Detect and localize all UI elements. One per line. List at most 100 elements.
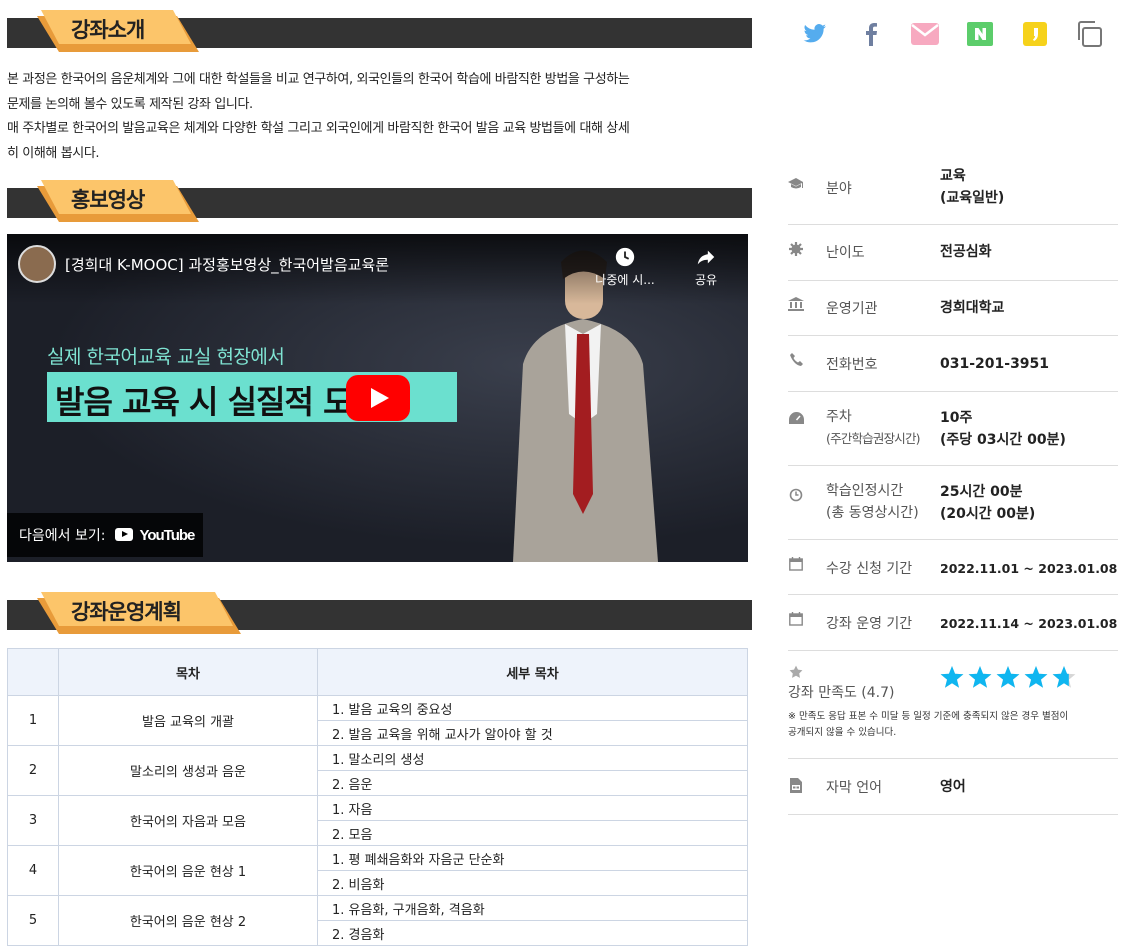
- channel-avatar[interactable]: [18, 245, 56, 283]
- col-header-detail: 세부 목차: [317, 648, 748, 696]
- mail-share-button[interactable]: [910, 18, 940, 50]
- info-label: 강좌 운영 기간: [826, 616, 913, 632]
- week-subtopic: 1. 유음화, 구개음화, 격음화: [317, 895, 748, 921]
- rating-note: ※ 만족도 응답 표본 수 미달 등 일정 기준에 충족되지 않은 경우 별점이…: [788, 709, 1068, 741]
- rating-label: 강좌 만족도 (4.7): [788, 685, 895, 701]
- week-subtopic: 1. 말소리의 생성: [317, 745, 748, 771]
- youtube-icon: [115, 528, 134, 541]
- week-subtopic: 1. 평 폐쇄음화와 자음군 단순화: [317, 845, 748, 871]
- video-headline: 발음 교육 시 실질적 도움: [55, 383, 381, 421]
- info-label: 전화번호: [826, 357, 878, 373]
- facebook-icon: [866, 22, 877, 46]
- info-label: 주차: [826, 409, 852, 425]
- section-header-intro: 강좌소개: [7, 10, 752, 52]
- dashboard-icon: [788, 412, 804, 428]
- section-header-plan: 강좌운영계획: [7, 592, 752, 634]
- week-subtopic: 2. 발음 교육을 위해 교사가 알아야 할 것: [317, 720, 748, 746]
- institution-icon: [788, 297, 804, 313]
- star-filled: [1024, 666, 1048, 688]
- week-title: 한국어의 음운 현상 1: [58, 845, 318, 896]
- info-value: 2022.11.01 ~ 2023.01.08: [940, 561, 1118, 576]
- course-plan-table: 목차 세부 목차 1 발음 교육의 개괄 1. 발음 교육의 중요성 2. 발음…: [7, 648, 748, 946]
- info-value: 경희대학교: [940, 300, 1005, 316]
- week-title: 발음 교육의 개괄: [58, 695, 318, 746]
- star-filled: [940, 666, 964, 688]
- phone-icon: [788, 353, 804, 369]
- watch-on-youtube[interactable]: 다음에서 보기: YouTube: [7, 513, 203, 557]
- info-sublabel: (총 동영상시간): [826, 505, 919, 521]
- promo-video-player[interactable]: [경희대 K-MOOC] 과정홍보영상_한국어발음교육론 나중에 시... 공유…: [7, 234, 748, 562]
- info-value: 전공심화: [940, 244, 992, 260]
- section-title: 강좌운영계획: [71, 600, 182, 624]
- col-header-title: 목차: [58, 648, 318, 696]
- video-subtitle: 실제 한국어교육 교실 현장에서: [47, 346, 285, 368]
- info-row-caption: 자막 언어 영어: [788, 759, 1118, 815]
- table-row: 3 한국어의 자음과 모음 1. 자음: [7, 795, 748, 846]
- info-sublabel: (주간학습권장시간): [826, 431, 921, 446]
- info-value: (주당 03시간 00분): [940, 432, 1066, 448]
- info-row-run-period: 강좌 운영 기간 2022.11.14 ~ 2023.01.08: [788, 595, 1118, 651]
- share-arrow-icon: [697, 250, 715, 265]
- week-number: 5: [7, 895, 59, 946]
- week-subtopic: 2. 비음화: [317, 870, 748, 896]
- facebook-share-button[interactable]: [856, 18, 886, 50]
- week-subtopic: 1. 자음: [317, 795, 748, 821]
- play-button[interactable]: [346, 375, 410, 421]
- copy-icon: [1078, 21, 1102, 47]
- info-value: 교육: [940, 168, 966, 184]
- video-share-button[interactable]: 공유: [683, 246, 729, 288]
- watch-label: 다음에서 보기:: [19, 528, 106, 544]
- star-filled: [968, 666, 992, 688]
- info-label: 수강 신청 기간: [826, 561, 913, 577]
- share-label: 공유: [694, 273, 718, 287]
- star-filled: [996, 666, 1020, 688]
- naver-share-button[interactable]: [965, 18, 995, 50]
- calendar-icon: [788, 557, 804, 573]
- course-main: 강좌소개 본 과정은 한국어의 음운체계와 그에 대한 학설들을 비교 연구하여…: [7, 0, 752, 946]
- copy-link-button[interactable]: [1074, 18, 1104, 50]
- week-title: 한국어의 음운 현상 2: [58, 895, 318, 946]
- watch-later-label: 나중에 시...: [595, 273, 655, 287]
- header-tab: 홍보영상: [37, 178, 207, 224]
- header-tab: 강좌소개: [37, 8, 207, 54]
- twitter-icon: [803, 24, 826, 43]
- kakao-story-share-button[interactable]: [1020, 18, 1050, 50]
- cog-icon: [788, 242, 804, 258]
- rating-note-line: 공개되지 않을 수 있습니다.: [788, 727, 897, 738]
- info-value: 10주: [940, 410, 973, 426]
- info-row-level: 난이도 전공심화: [788, 225, 1118, 281]
- info-value: (교육일반): [940, 190, 1005, 206]
- info-row-enroll-period: 수강 신청 기간 2022.11.01 ~ 2023.01.08: [788, 540, 1118, 595]
- twitter-share-button[interactable]: [800, 18, 830, 50]
- col-header-num: [7, 648, 59, 696]
- table-row: 5 한국어의 음운 현상 2 1. 유음화, 구개음화, 격음화: [7, 895, 748, 946]
- video-title[interactable]: [경희대 K-MOOC] 과정홍보영상_한국어발음교육론: [65, 254, 389, 275]
- watch-later-button[interactable]: 나중에 시...: [589, 246, 661, 288]
- table-row: 4 한국어의 음운 현상 1 1. 평 폐쇄음화와 자음군 단순화: [7, 845, 748, 896]
- share-bar: [800, 18, 1110, 52]
- info-row-rating: 강좌 만족도 (4.7) ※ 만족도 응답 표본 수 미달 등 일정 기준에 충…: [788, 651, 1118, 759]
- calendar-icon: [788, 612, 804, 628]
- week-title: 말소리의 생성과 음운: [58, 745, 318, 796]
- mail-icon: [911, 23, 939, 45]
- naver-icon: [967, 22, 993, 46]
- table-row: 1 발음 교육의 개괄 1. 발음 교육의 중요성: [7, 695, 748, 746]
- graduation-cap-icon: [788, 177, 804, 193]
- youtube-label: YouTube: [139, 527, 195, 544]
- info-value: 25시간 00분: [940, 484, 1023, 500]
- info-label: 자막 언어: [826, 780, 882, 796]
- info-value: 2022.11.14 ~ 2023.01.08: [940, 616, 1118, 631]
- star-rating-icon: [940, 666, 1076, 688]
- kakao-story-icon: [1023, 22, 1047, 46]
- info-row-hours: 학습인정시간 (총 동영상시간) 25시간 00분 (20시간 00분): [788, 466, 1118, 540]
- section-header-video: 홍보영상: [7, 180, 752, 222]
- info-value: (20시간 00분): [940, 506, 1036, 522]
- info-row-field: 분야 교육 (교육일반): [788, 155, 1118, 225]
- intro-line: 히 이해해 봅시다.: [7, 145, 100, 161]
- week-number: 2: [7, 745, 59, 796]
- info-label: 운영기관: [826, 301, 878, 317]
- intro-line: 본 과정은 한국어의 음운체계와 그에 대한 학설들을 비교 연구하여, 외국인…: [7, 72, 630, 87]
- week-number: 1: [7, 695, 59, 746]
- intro-line: 문제를 논의해 볼수 있도록 제작된 강좌 입니다.: [7, 96, 253, 112]
- course-intro-text: 본 과정은 한국어의 음운체계와 그에 대한 학설들을 비교 연구하여, 외국인…: [7, 68, 752, 166]
